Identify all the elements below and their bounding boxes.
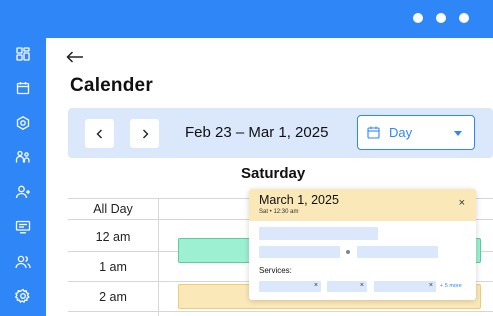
view-select[interactable]: Day: [357, 115, 475, 150]
previous-button[interactable]: [85, 119, 114, 148]
event-details-popup: March 1, 2025 Sat • 12:30 am × Services:…: [249, 189, 476, 300]
day-header: Saturday: [241, 165, 306, 182]
caret-down-icon: [454, 131, 462, 136]
main-content: Calender Feb 23 – Mar 1, 2025 Day Saturd…: [46, 38, 493, 316]
gear-icon[interactable]: [15, 288, 31, 304]
placeholder-field: [357, 246, 438, 258]
grid-divider: [158, 198, 159, 316]
time-label: 2 am: [99, 290, 127, 304]
all-day-label: All Day: [93, 202, 133, 216]
view-select-value: Day: [389, 125, 413, 140]
time-label: 12 am: [95, 230, 131, 244]
chevron-left-icon: [96, 129, 102, 138]
popup-subtitle: Sat • 12:30 am: [259, 209, 299, 215]
settings-hex-icon[interactable]: [15, 115, 31, 131]
window-control-dot[interactable]: [413, 13, 423, 23]
chevron-right-icon: [142, 129, 148, 138]
arrow-left-icon: [66, 51, 83, 63]
monitor-icon[interactable]: [15, 219, 31, 235]
time-label: 1 am: [99, 260, 127, 274]
window-control-dot[interactable]: [436, 13, 446, 23]
date-navigation-bar: Feb 23 – Mar 1, 2025 Day: [68, 108, 493, 158]
window-control-dot[interactable]: [459, 13, 469, 23]
service-chip[interactable]: ×: [259, 281, 321, 292]
placeholder-field: [259, 227, 378, 240]
back-button[interactable]: [66, 48, 88, 66]
service-chip[interactable]: ×: [327, 281, 367, 292]
chip-close-icon[interactable]: ×: [429, 280, 433, 292]
users-icon[interactable]: [15, 254, 31, 270]
popup-header: March 1, 2025 Sat • 12:30 am ×: [249, 189, 476, 221]
services-label: Services:: [259, 266, 292, 275]
dashboard-icon[interactable]: [15, 46, 31, 62]
title-bar: [0, 0, 493, 38]
service-chip[interactable]: ×: [374, 281, 436, 292]
add-user-icon[interactable]: [15, 184, 31, 200]
staff-icon[interactable]: [15, 149, 31, 165]
chip-close-icon[interactable]: ×: [360, 280, 364, 292]
popup-title: March 1, 2025: [259, 193, 339, 207]
calendar-icon: [367, 126, 380, 139]
separator-dot: [346, 250, 350, 254]
calendar-icon[interactable]: [15, 80, 31, 96]
placeholder-field: [259, 246, 340, 258]
next-button[interactable]: [130, 119, 159, 148]
chip-close-icon[interactable]: ×: [314, 280, 318, 292]
grid-line: [68, 311, 493, 312]
date-range: Feb 23 – Mar 1, 2025: [185, 124, 329, 141]
page-title: Calender: [70, 75, 153, 96]
more-services-link[interactable]: + 5 more: [440, 283, 462, 289]
sidebar: [0, 38, 46, 316]
close-button[interactable]: ×: [459, 196, 465, 210]
